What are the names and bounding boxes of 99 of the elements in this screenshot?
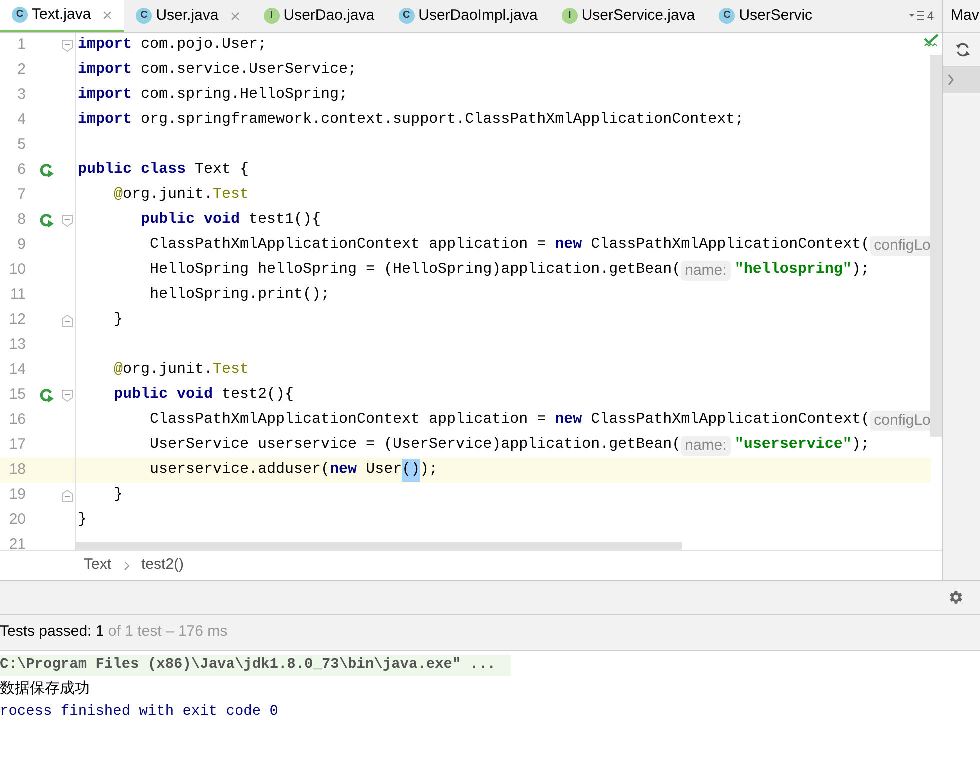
code-token: com.pojo.User; bbox=[140, 35, 268, 56]
breadcrumb[interactable]: Text bbox=[84, 554, 112, 577]
parameter-hint: configLo bbox=[870, 236, 931, 256]
line-number: 16 bbox=[8, 410, 27, 430]
editor-scrollbar[interactable] bbox=[930, 55, 942, 437]
line-number: 21 bbox=[8, 535, 27, 550]
run-icon[interactable] bbox=[39, 388, 55, 404]
chevron-icon[interactable] bbox=[947, 74, 955, 86]
close-icon[interactable] bbox=[230, 12, 240, 20]
tab-overflow-button[interactable]: 4 bbox=[901, 0, 942, 32]
code-token: import bbox=[78, 35, 132, 56]
code-token: Text { bbox=[194, 160, 250, 180]
file-type-icon: C bbox=[719, 8, 736, 24]
code-token: @ bbox=[113, 360, 124, 380]
run-icon[interactable] bbox=[39, 212, 55, 228]
line-number: 15 bbox=[8, 385, 27, 406]
code-token: import bbox=[78, 85, 132, 106]
file-type-icon: C bbox=[12, 7, 28, 23]
parameter-hint: name: bbox=[681, 260, 731, 280]
code-token: Test bbox=[213, 360, 250, 380]
line-number: 19 bbox=[8, 485, 27, 506]
code-token: ClassPathXmlApplicationContext application = bbox=[149, 235, 548, 256]
parameter-hint: name: bbox=[681, 436, 731, 456]
breadcrumb[interactable]: test2() bbox=[142, 554, 184, 577]
line-number: 9 bbox=[16, 235, 27, 256]
code-token: public void bbox=[140, 210, 240, 230]
line-number: 3 bbox=[16, 85, 27, 106]
code-token: Test bbox=[213, 185, 250, 206]
line-number: 6 bbox=[16, 160, 27, 180]
horizontal-scrollbar[interactable] bbox=[76, 542, 682, 550]
code-token: } bbox=[113, 485, 124, 506]
line-number: 17 bbox=[8, 435, 27, 456]
code-token: com.service.UserService; bbox=[140, 60, 358, 80]
console-output: 数据保存成功 bbox=[0, 679, 91, 699]
line-number: 1 bbox=[16, 35, 27, 56]
fold-icon[interactable] bbox=[62, 314, 72, 326]
line-number: 4 bbox=[16, 110, 27, 130]
code-token: } bbox=[78, 510, 88, 530]
run-icon[interactable] bbox=[39, 162, 55, 178]
code-token: @ bbox=[113, 185, 124, 206]
code-token: import bbox=[78, 60, 132, 80]
code-token: helloSpring.print(); bbox=[149, 285, 330, 306]
fold-icon[interactable] bbox=[62, 490, 72, 502]
code-token: test1(){ bbox=[248, 210, 322, 230]
code-token: () bbox=[402, 459, 420, 482]
line-number: 7 bbox=[16, 185, 27, 206]
test-status: Tests passed: 1 of 1 test – 176 ms bbox=[0, 622, 228, 642]
code-token: User bbox=[365, 460, 402, 480]
code-token: ClassPathXmlApplicationContext application = bbox=[149, 410, 548, 430]
line-number: 8 bbox=[16, 210, 27, 230]
code-token: org.junit. bbox=[123, 185, 214, 206]
code-token: "hellospring" bbox=[734, 260, 852, 280]
line-number: 20 bbox=[8, 510, 27, 530]
code-token: ); bbox=[420, 460, 438, 480]
file-type-icon: C bbox=[398, 8, 415, 24]
line-number: 18 bbox=[8, 460, 27, 480]
code-token: new bbox=[555, 235, 582, 256]
code-token: "userservice" bbox=[734, 435, 852, 456]
fold-icon[interactable] bbox=[62, 390, 72, 402]
code-token: org.springframework.context.support.ClassPathXmlApplicationContext; bbox=[140, 110, 744, 130]
code-token: public void bbox=[113, 385, 214, 406]
line-number: 13 bbox=[8, 335, 27, 356]
code-token: HelloSpring helloSpring = (HelloSpring)application.getBean( bbox=[149, 260, 682, 280]
code-token: test2(){ bbox=[221, 385, 294, 406]
code-token: public class bbox=[78, 160, 186, 180]
code-token: } bbox=[113, 310, 124, 330]
fold-icon[interactable] bbox=[62, 40, 72, 52]
code-token: com.spring.HelloSpring; bbox=[140, 85, 348, 106]
line-number: 2 bbox=[16, 60, 27, 80]
file-type-icon: I bbox=[264, 8, 280, 24]
panel-title[interactable]: Mav bbox=[943, 0, 980, 33]
chevron-icon bbox=[124, 560, 130, 570]
code-token: userservice.adduser( bbox=[149, 460, 330, 480]
parameter-hint: configLo bbox=[870, 410, 931, 430]
code-token: UserService userservice = (UserService)application.getBean( bbox=[149, 435, 682, 456]
code-token: ); bbox=[852, 435, 870, 456]
console-exit-message: rocess finished with exit code 0 bbox=[0, 703, 280, 722]
settings-icon[interactable] bbox=[947, 589, 964, 606]
file-tab[interactable]: C Text.java bbox=[0, 0, 124, 32]
code-token: new bbox=[330, 460, 358, 480]
line-number: 12 bbox=[8, 310, 27, 330]
code-token: new bbox=[555, 410, 582, 430]
close-icon[interactable] bbox=[103, 10, 112, 20]
refresh-icon[interactable] bbox=[955, 42, 971, 58]
line-number: 14 bbox=[8, 360, 27, 380]
code-token: org.junit. bbox=[123, 360, 214, 380]
check-icon bbox=[924, 34, 940, 48]
fold-icon[interactable] bbox=[62, 214, 72, 226]
file-type-icon: C bbox=[136, 8, 152, 24]
line-number: 11 bbox=[9, 285, 27, 306]
line-number: 10 bbox=[8, 260, 27, 280]
file-type-icon: I bbox=[562, 8, 578, 24]
code-token: ClassPathXmlApplicationContext( bbox=[590, 235, 870, 256]
line-number: 5 bbox=[16, 135, 27, 156]
code-token: ); bbox=[852, 260, 870, 280]
list-icon bbox=[909, 11, 926, 21]
console-command: C:\Program Files (x86)\Java\jdk1.8.0_73\bin\java.exe" ... bbox=[0, 655, 511, 676]
code-token: ClassPathXmlApplicationContext( bbox=[590, 410, 870, 430]
code-token: import bbox=[78, 110, 132, 130]
